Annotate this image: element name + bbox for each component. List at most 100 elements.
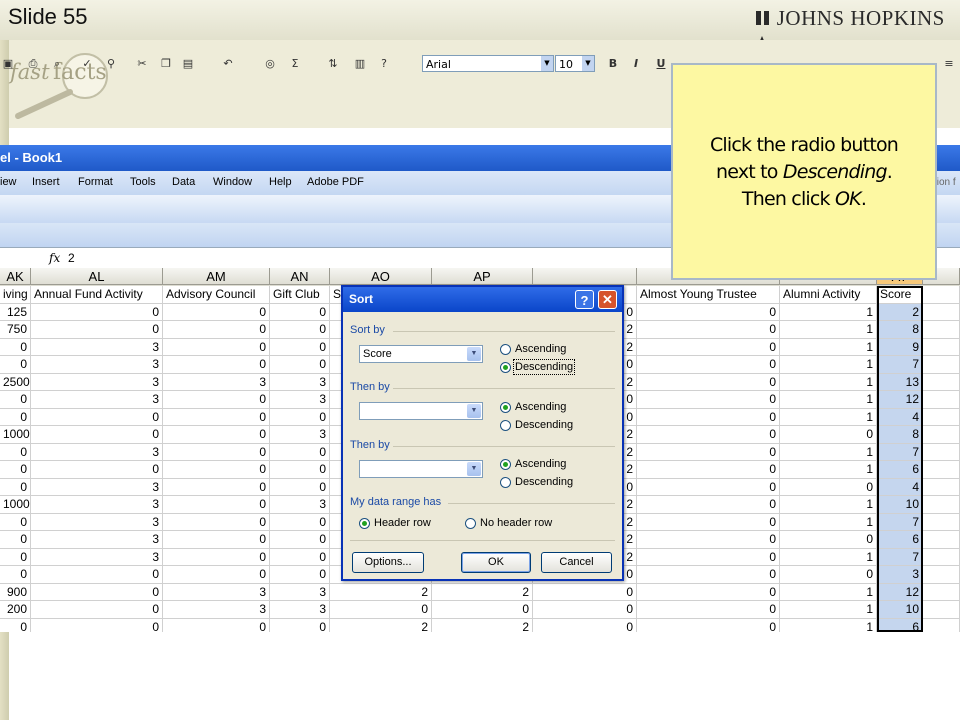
cell[interactable]: 0 bbox=[270, 566, 330, 584]
cell[interactable] bbox=[923, 566, 960, 584]
ok-button[interactable]: OK bbox=[461, 552, 531, 573]
cell[interactable] bbox=[923, 513, 960, 531]
cell[interactable]: 6 bbox=[877, 531, 923, 549]
sort-by-ascending-radio[interactable]: Ascending bbox=[500, 343, 566, 355]
cell[interactable] bbox=[923, 478, 960, 496]
cell[interactable]: 0 bbox=[0, 478, 31, 496]
formula-input[interactable]: 2 bbox=[68, 251, 75, 265]
cell[interactable]: 13 bbox=[877, 373, 923, 391]
cell[interactable]: 0 bbox=[270, 408, 330, 426]
then-by-1-descending-radio[interactable]: Descending bbox=[500, 419, 573, 431]
cell[interactable]: 7 bbox=[877, 443, 923, 461]
cell[interactable]: 0 bbox=[270, 443, 330, 461]
cell[interactable]: 1 bbox=[780, 356, 877, 374]
cell[interactable]: 2500 bbox=[0, 373, 31, 391]
cell[interactable]: 0 bbox=[163, 321, 270, 339]
cell[interactable]: 0 bbox=[330, 601, 432, 619]
cell[interactable]: 0 bbox=[31, 618, 163, 632]
cell[interactable]: 0 bbox=[270, 338, 330, 356]
cell[interactable]: 8 bbox=[877, 426, 923, 444]
menu-insert[interactable]: Insert bbox=[32, 176, 60, 188]
cell[interactable]: 0 bbox=[637, 426, 780, 444]
no-header-row-radio[interactable]: No header row bbox=[465, 517, 552, 529]
cell[interactable]: 3 bbox=[163, 601, 270, 619]
header-cell[interactable]: Score bbox=[877, 286, 923, 304]
menu-help[interactable]: Help bbox=[269, 176, 292, 188]
sort-by-descending-radio[interactable]: Descending bbox=[500, 359, 576, 375]
paste-icon[interactable]: ▤ bbox=[180, 57, 196, 71]
cell[interactable] bbox=[923, 426, 960, 444]
cell[interactable] bbox=[923, 583, 960, 601]
cell[interactable]: 0 bbox=[163, 566, 270, 584]
cell[interactable]: 0 bbox=[270, 356, 330, 374]
cell[interactable]: 0 bbox=[163, 338, 270, 356]
cell[interactable]: 0 bbox=[637, 478, 780, 496]
hyperlink-icon[interactable]: ◎ bbox=[262, 57, 278, 71]
cell[interactable]: 0 bbox=[637, 583, 780, 601]
cell[interactable]: 0 bbox=[637, 356, 780, 374]
help-button[interactable]: ? bbox=[575, 290, 594, 309]
then-by-1-ascending-radio[interactable]: Ascending bbox=[500, 401, 566, 413]
cell[interactable]: 4 bbox=[877, 478, 923, 496]
cell[interactable]: 0 bbox=[163, 408, 270, 426]
cell[interactable]: 200 bbox=[0, 601, 31, 619]
cell[interactable]: 0 bbox=[270, 618, 330, 632]
cell[interactable]: 0 bbox=[533, 583, 637, 601]
cell[interactable]: 0 bbox=[163, 496, 270, 514]
cell[interactable]: 0 bbox=[637, 618, 780, 632]
bold-button[interactable]: B bbox=[605, 57, 621, 71]
cell[interactable]: 3 bbox=[31, 531, 163, 549]
chart-wizard-icon[interactable]: ▥ bbox=[352, 57, 368, 71]
cell[interactable]: 10 bbox=[877, 496, 923, 514]
cell[interactable]: 0 bbox=[637, 496, 780, 514]
cell[interactable] bbox=[923, 461, 960, 479]
cell[interactable]: 0 bbox=[31, 426, 163, 444]
cell[interactable]: 7 bbox=[877, 356, 923, 374]
print-icon[interactable]: ⎙ bbox=[25, 57, 41, 71]
cell[interactable]: 1 bbox=[780, 373, 877, 391]
column-header[interactable]: AM bbox=[163, 268, 270, 285]
cell[interactable]: 125 bbox=[0, 303, 31, 321]
menu-format[interactable]: Format bbox=[78, 176, 113, 188]
font-size-select[interactable]: 10 ▼ bbox=[555, 55, 595, 72]
cell[interactable]: 0 bbox=[163, 391, 270, 409]
cell[interactable]: 3 bbox=[877, 566, 923, 584]
cell[interactable]: 1 bbox=[780, 321, 877, 339]
cell[interactable]: 0 bbox=[637, 408, 780, 426]
cell[interactable]: 1 bbox=[780, 338, 877, 356]
cell[interactable]: 0 bbox=[637, 531, 780, 549]
cell[interactable]: 0 bbox=[163, 303, 270, 321]
cell[interactable]: 0 bbox=[533, 618, 637, 632]
cell[interactable]: 2 bbox=[877, 303, 923, 321]
cell[interactable]: 0 bbox=[163, 461, 270, 479]
cell[interactable]: 7 bbox=[877, 548, 923, 566]
cell[interactable]: 3 bbox=[31, 478, 163, 496]
cell[interactable]: 3 bbox=[31, 443, 163, 461]
cell[interactable]: 9 bbox=[877, 338, 923, 356]
cell[interactable]: 1 bbox=[780, 461, 877, 479]
cell[interactable]: 0 bbox=[0, 391, 31, 409]
header-cell[interactable]: Annual Fund Activity bbox=[31, 286, 163, 304]
cell[interactable]: 0 bbox=[270, 321, 330, 339]
cell[interactable]: 750 bbox=[0, 321, 31, 339]
cell[interactable]: 7 bbox=[877, 513, 923, 531]
cell[interactable]: 0 bbox=[163, 513, 270, 531]
cell[interactable]: 0 bbox=[31, 321, 163, 339]
cell[interactable]: 0 bbox=[637, 373, 780, 391]
sort-ascending-icon[interactable]: ⇅ bbox=[325, 57, 341, 71]
cell[interactable] bbox=[923, 443, 960, 461]
cell[interactable] bbox=[923, 548, 960, 566]
cell[interactable]: 0 bbox=[637, 548, 780, 566]
cell[interactable] bbox=[923, 408, 960, 426]
function-icon[interactable]: fx bbox=[49, 251, 60, 265]
cell[interactable]: 3 bbox=[31, 513, 163, 531]
close-button[interactable]: ✕ bbox=[598, 290, 617, 309]
cell[interactable]: 0 bbox=[0, 408, 31, 426]
cell[interactable]: 3 bbox=[270, 391, 330, 409]
cell[interactable]: 0 bbox=[270, 478, 330, 496]
cut-icon[interactable]: ✂ bbox=[134, 57, 150, 71]
cell[interactable]: 0 bbox=[637, 513, 780, 531]
cell[interactable]: 1 bbox=[780, 583, 877, 601]
menu-adobe-pdf[interactable]: Adobe PDF bbox=[307, 176, 364, 188]
then-by-select-1[interactable]: ▼ bbox=[359, 402, 483, 420]
